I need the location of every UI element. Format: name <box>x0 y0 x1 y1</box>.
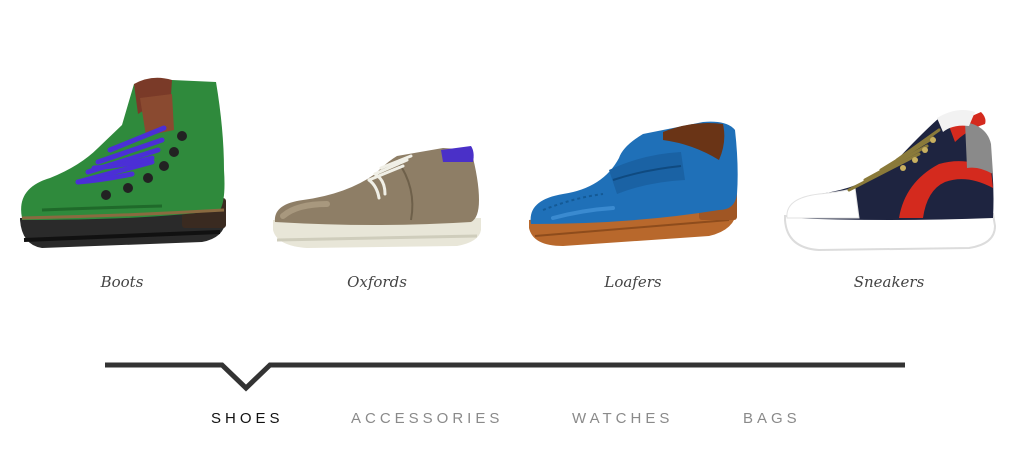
tab-bags[interactable]: BAGS <box>743 410 801 427</box>
product-label: Oxfords <box>347 273 407 291</box>
product-oxfords[interactable]: Oxfords <box>257 70 497 300</box>
tab-shoes[interactable]: SHOES <box>211 410 284 427</box>
product-category-grid: Boots Oxfords Loafers Sneakers <box>0 0 1028 310</box>
product-boots[interactable]: Boots <box>2 70 242 300</box>
category-tabs: SHOES ACCESSORIES WATCHES BAGS <box>0 405 1028 435</box>
boot-icon <box>20 77 226 248</box>
product-label: Boots <box>100 273 144 291</box>
oxford-shoe-icon <box>273 146 481 248</box>
tab-watches[interactable]: WATCHES <box>572 410 673 427</box>
product-loafers[interactable]: Loafers <box>513 70 753 300</box>
product-label: Sneakers <box>853 273 925 291</box>
nav-indicator-line <box>105 362 905 392</box>
tab-accessories[interactable]: ACCESSORIES <box>351 410 503 427</box>
sneaker-icon <box>784 110 997 252</box>
loafer-icon <box>529 121 738 246</box>
product-label: Loafers <box>604 273 662 291</box>
product-sneakers[interactable]: Sneakers <box>769 70 1009 300</box>
